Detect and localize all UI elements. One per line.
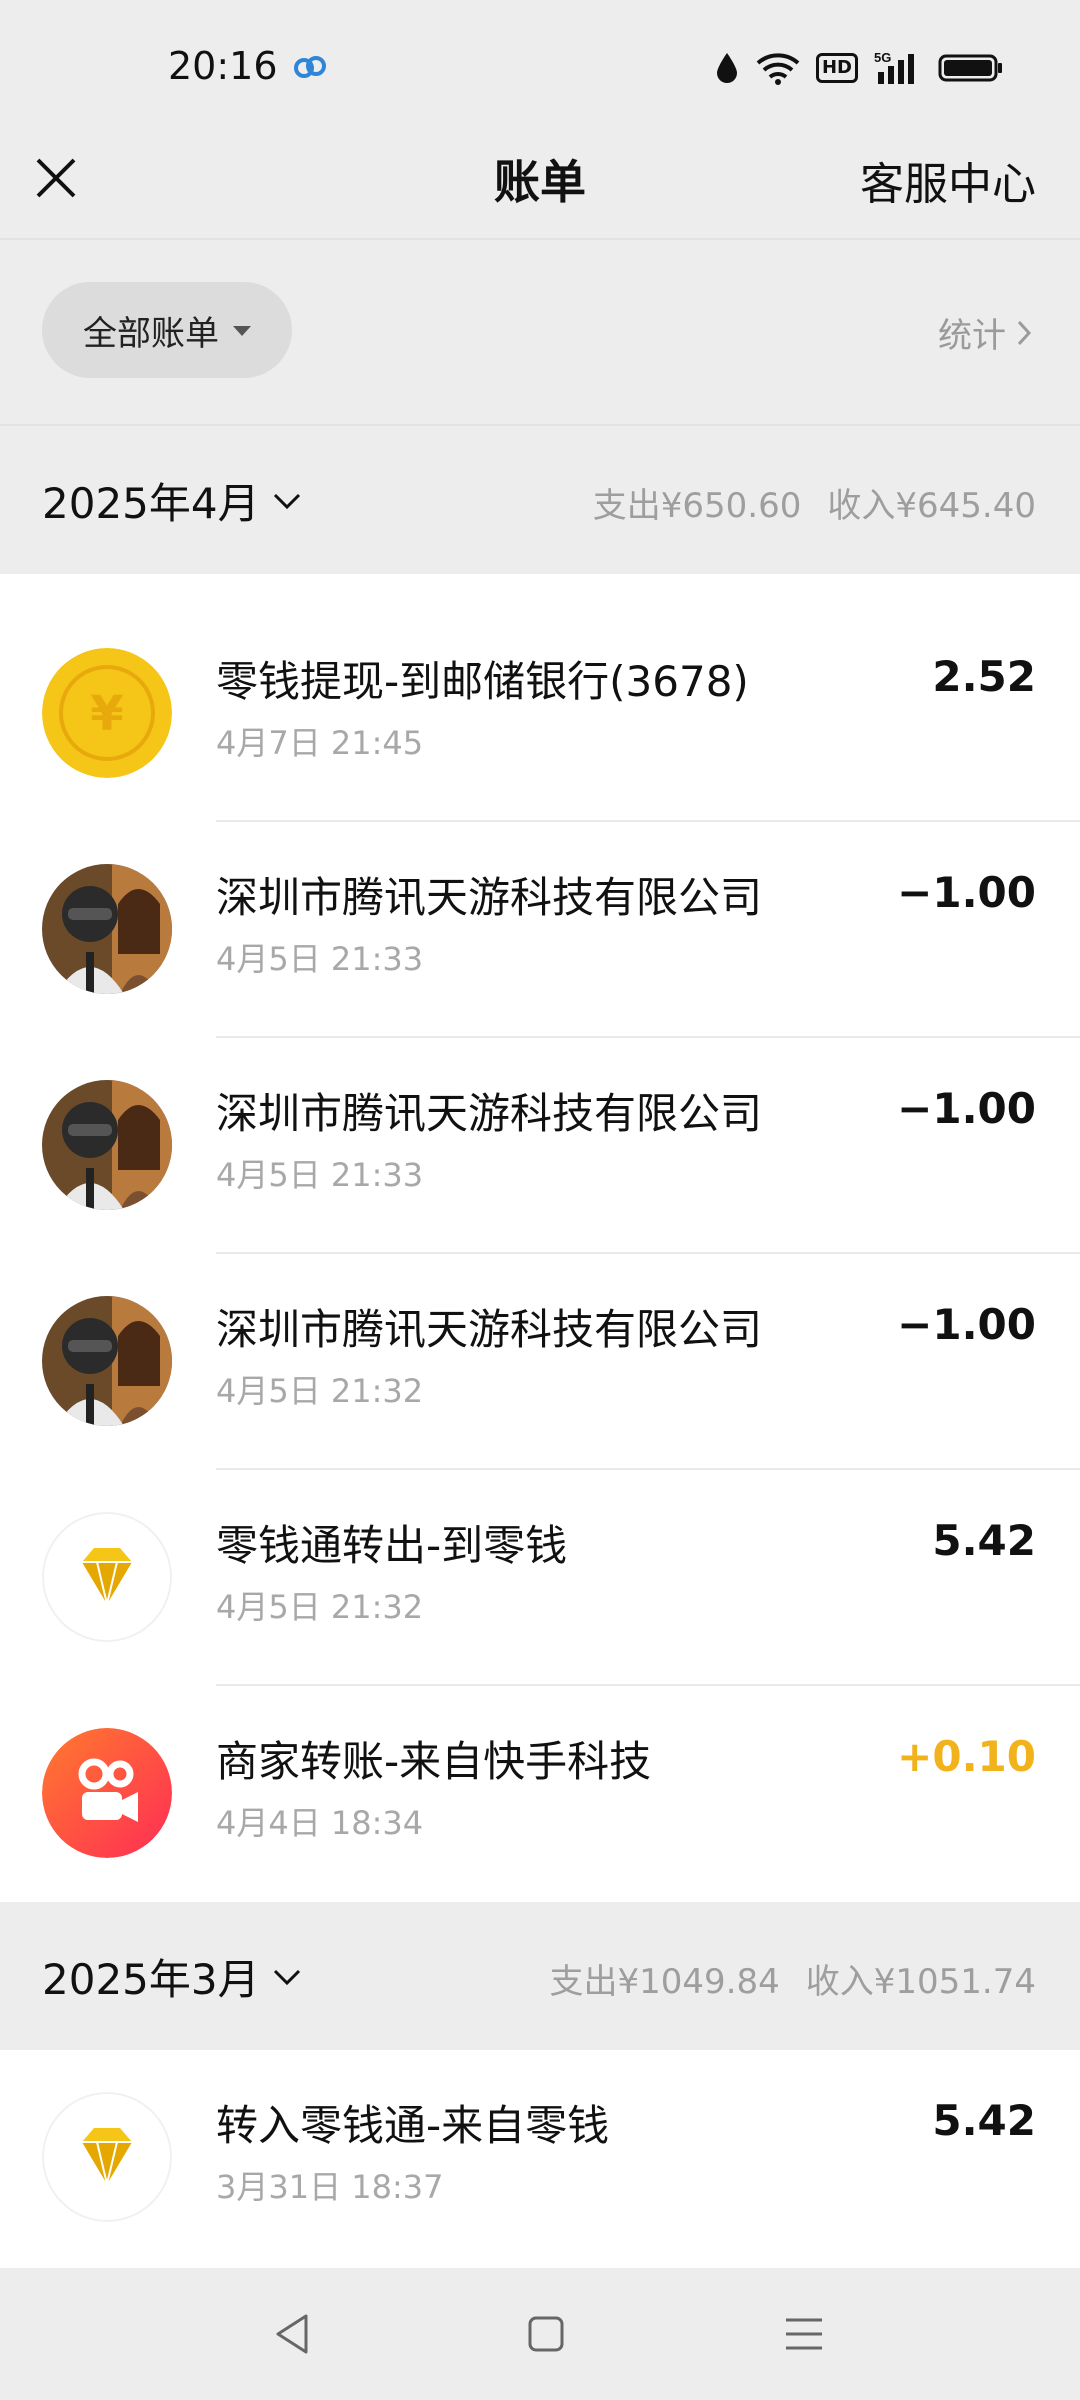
month-summary: 支出¥1049.84 收入¥1051.74 xyxy=(550,1954,1036,2003)
home-icon[interactable] xyxy=(516,2304,576,2364)
battery-icon xyxy=(938,54,1002,82)
yuan-coin-icon: ¥ xyxy=(42,648,172,778)
month-selector[interactable]: 2025年4月 xyxy=(42,470,302,531)
system-nav-bar xyxy=(0,2268,1080,2400)
transaction-row[interactable]: 深圳市腾讯天游科技有限公司 4月5日 21:33 −1.00 xyxy=(0,1038,1080,1254)
transaction-row[interactable]: 商家转账-来自快手科技 4月4日 18:34 +0.10 xyxy=(0,1686,1080,1902)
svg-text:¥: ¥ xyxy=(90,686,123,742)
transaction-time: 4月7日 21:45 xyxy=(216,724,424,762)
month-summary: 支出¥650.60 收入¥645.40 xyxy=(593,478,1036,527)
game-avatar xyxy=(42,1296,172,1426)
transaction-row[interactable]: 深圳市腾讯天游科技有限公司 4月5日 21:33 −1.00 xyxy=(0,822,1080,1038)
transaction-title: 深圳市腾讯天游科技有限公司 xyxy=(216,1089,763,1138)
transaction-time: 3月31日 18:37 xyxy=(216,2168,444,2206)
back-icon[interactable] xyxy=(262,2304,322,2364)
transaction-row[interactable]: 深圳市腾讯天游科技有限公司 4月5日 21:32 −1.00 xyxy=(0,1254,1080,1470)
game-avatar xyxy=(42,864,172,994)
wifi-icon xyxy=(756,53,800,85)
transaction-title: 零钱提现-到邮储银行(3678) xyxy=(216,657,749,706)
diamond-icon xyxy=(42,2092,172,2222)
transaction-amount: −1.00 xyxy=(897,1300,1036,1349)
month-expense: 支出¥650.60 xyxy=(592,486,802,526)
statistics-link[interactable]: 统计 xyxy=(938,308,1032,357)
hd-badge: HD xyxy=(815,53,858,83)
caret-down-icon xyxy=(233,326,251,336)
transaction-time: 4月5日 21:32 xyxy=(216,1372,424,1410)
transaction-time: 4月5日 21:32 xyxy=(216,1588,424,1626)
statistics-label: 统计 xyxy=(938,316,1006,356)
transaction-amount: −1.00 xyxy=(897,868,1036,917)
transaction-amount: 5.42 xyxy=(932,1516,1036,1565)
svg-text:5G: 5G xyxy=(874,50,891,65)
transaction-time: 4月5日 21:33 xyxy=(216,940,424,978)
data-saver-icon xyxy=(716,53,737,83)
list-top-spacer xyxy=(0,574,1080,606)
transaction-amount: 2.52 xyxy=(932,652,1036,701)
game-avatar xyxy=(42,1080,172,1210)
month-income: 收入¥1051.74 xyxy=(805,1962,1036,2002)
customer-service-link[interactable]: 客服中心 xyxy=(860,148,1036,212)
month-label: 2025年3月 xyxy=(42,1955,260,2004)
close-icon[interactable] xyxy=(28,150,84,206)
transaction-amount: +0.10 xyxy=(897,1732,1036,1781)
transaction-title: 零钱通转出-到零钱 xyxy=(216,1521,568,1570)
status-time: 20:16 xyxy=(168,44,278,88)
kuaishou-icon xyxy=(42,1728,172,1858)
transaction-amount: −1.00 xyxy=(897,1084,1036,1133)
transaction-row[interactable]: ¥ 零钱提现-到邮储银行(3678) 4月7日 21:45 2.52 xyxy=(0,606,1080,822)
transaction-row[interactable]: 转入零钱通-来自零钱 3月31日 18:37 5.42 xyxy=(0,2050,1080,2268)
month-header-march[interactable]: 2025年3月 支出¥1049.84 收入¥1051.74 xyxy=(0,1902,1080,2050)
transaction-title: 深圳市腾讯天游科技有限公司 xyxy=(216,1305,763,1354)
transaction-title: 深圳市腾讯天游科技有限公司 xyxy=(216,873,763,922)
transaction-title: 商家转账-来自快手科技 xyxy=(216,1737,652,1786)
bill-filter-button[interactable]: 全部账单 xyxy=(42,282,292,378)
status-icons: HD 5G xyxy=(714,48,1004,88)
transaction-amount: 5.42 xyxy=(932,2096,1036,2145)
diamond-icon xyxy=(42,1512,172,1642)
transaction-row[interactable]: 零钱通转出-到零钱 4月5日 21:32 5.42 xyxy=(0,1470,1080,1686)
cloud-app-icon xyxy=(294,56,326,78)
month-header-april[interactable]: 2025年4月 支出¥650.60 收入¥645.40 xyxy=(0,426,1080,574)
month-income: 收入¥645.40 xyxy=(827,486,1036,526)
transaction-time: 4月5日 21:33 xyxy=(216,1156,424,1194)
bill-filter-label: 全部账单 xyxy=(83,313,219,354)
signal-icon: 5G xyxy=(874,50,914,84)
chevron-right-icon xyxy=(1017,320,1032,345)
month-selector[interactable]: 2025年3月 xyxy=(42,1946,302,2007)
month-expense: 支出¥1049.84 xyxy=(549,1962,780,2002)
transaction-time: 4月4日 18:34 xyxy=(216,1804,424,1842)
chevron-down-icon xyxy=(273,1969,300,1985)
filter-bar: 全部账单 统计 xyxy=(0,240,1080,424)
transaction-title: 转入零钱通-来自零钱 xyxy=(216,2101,610,2150)
nav-bar: 账单 客服中心 xyxy=(0,118,1080,240)
month-label: 2025年4月 xyxy=(42,479,260,528)
menu-icon[interactable] xyxy=(774,2304,834,2364)
chevron-down-icon xyxy=(273,493,300,509)
